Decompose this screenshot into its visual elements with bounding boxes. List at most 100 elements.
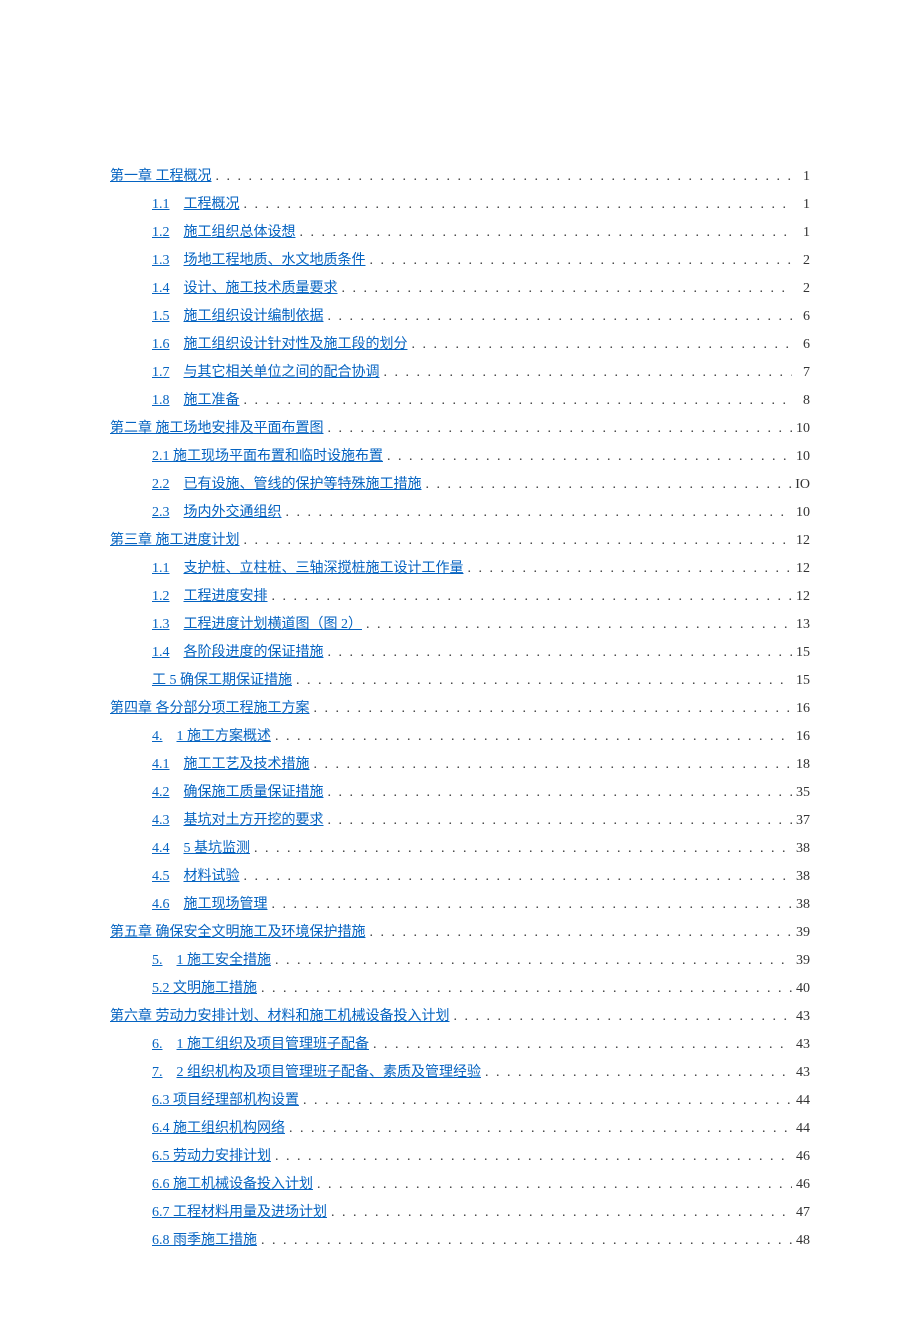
toc-link[interactable]: 施工组织总体设想 xyxy=(184,221,296,241)
toc-section-number[interactable]: 6. xyxy=(152,1037,163,1053)
toc-section-number[interactable]: 4.4 xyxy=(152,841,170,857)
toc-link[interactable]: 工 5 确保工期保证措施 xyxy=(152,669,292,689)
toc-link[interactable]: 第六章 劳动力安排计划、材料和施工机械设备投入计划 xyxy=(110,1005,450,1025)
toc-section-number[interactable]: 1.4 xyxy=(152,281,170,297)
toc-link[interactable]: 6.4 施工组织机构网络 xyxy=(152,1117,285,1137)
toc-link[interactable]: 第四章 各分部分项工程施工方案 xyxy=(110,697,310,717)
toc-link[interactable]: 设计、施工技术质量要求 xyxy=(184,277,338,297)
toc-entry: 5.2 文明施工措施40 xyxy=(110,977,810,997)
toc-link[interactable]: 各阶段进度的保证措施 xyxy=(184,641,324,661)
toc-link[interactable]: 6.8 雨季施工措施 xyxy=(152,1229,257,1249)
toc-entry: 1.6 施工组织设计针对性及施工段的划分 6 xyxy=(110,333,810,353)
toc-section-number[interactable]: 1.8 xyxy=(152,393,170,409)
toc-page-number: 13 xyxy=(792,617,810,633)
toc-link[interactable]: 1 施工安全措施 xyxy=(177,949,272,969)
toc-link[interactable]: 施工组织设计针对性及施工段的划分 xyxy=(184,333,408,353)
toc-section-number[interactable]: 1.1 xyxy=(152,197,170,213)
toc-page-number: 10 xyxy=(792,421,810,437)
toc-page-number: 6 xyxy=(792,337,810,353)
toc-link[interactable]: 第一章 工程概况 xyxy=(110,165,212,185)
toc-link[interactable]: 第二章 施工场地安排及平面布置图 xyxy=(110,417,324,437)
toc-section-number[interactable]: 2.2 xyxy=(152,477,170,493)
toc-entry: 4.2确保施工质量保证措施35 xyxy=(110,781,810,801)
toc-link[interactable]: 第三章 施工进度计划 xyxy=(110,529,240,549)
toc-section-number[interactable]: 2.3 xyxy=(152,505,170,521)
toc-entry: 第四章 各分部分项工程施工方案16 xyxy=(110,697,810,717)
toc-link[interactable]: 工程进度安排 xyxy=(184,585,268,605)
toc-link[interactable]: 基坑对土方开挖的要求 xyxy=(184,809,324,829)
toc-dot-leader xyxy=(282,505,793,521)
toc-link[interactable]: 1 施工方案概述 xyxy=(177,725,272,745)
toc-link[interactable]: 场内外交通组织 xyxy=(184,501,282,521)
toc-section-number[interactable]: 4.2 xyxy=(152,785,170,801)
toc-link[interactable]: 第五章 确保安全文明施工及环境保护措施 xyxy=(110,921,366,941)
toc-link[interactable]: 工程概况 xyxy=(184,193,240,213)
toc-section-number[interactable]: 1.3 xyxy=(152,253,170,269)
toc-dot-leader xyxy=(481,1065,792,1081)
toc-dot-leader xyxy=(271,953,792,969)
toc-entry: 第三章 施工进度计划 12 xyxy=(110,529,810,549)
toc-link[interactable]: 5 基坑监测 xyxy=(184,837,251,857)
toc-page-number: 2 xyxy=(792,253,810,269)
toc-entry: 4.1施工工艺及技术措施18 xyxy=(110,753,810,773)
toc-section-number[interactable]: 7. xyxy=(152,1065,163,1081)
toc-link[interactable]: 材料试验 xyxy=(184,865,240,885)
toc-link[interactable]: 施工工艺及技术措施 xyxy=(184,753,310,773)
toc-section-number[interactable]: 1.2 xyxy=(152,225,170,241)
toc-link[interactable]: 2 组织机构及项目管理班子配备、素质及管理经验 xyxy=(177,1061,482,1081)
toc-section-number[interactable]: 4.1 xyxy=(152,757,170,773)
toc-section-number[interactable]: 1.2 xyxy=(152,589,170,605)
toc-link[interactable]: 施工现场管理 xyxy=(184,893,268,913)
toc-page-number: 12 xyxy=(792,533,810,549)
toc-entry: 第六章 劳动力安排计划、材料和施工机械设备投入计划43 xyxy=(110,1005,810,1025)
toc-dot-leader xyxy=(257,981,792,997)
toc-link[interactable]: 支护桩、立柱桩、三轴深搅桩施工设计工作量 xyxy=(184,557,464,577)
toc-dot-leader xyxy=(296,225,793,241)
toc-dot-leader xyxy=(240,393,793,409)
toc-page-number: 1 xyxy=(792,225,810,241)
toc-dot-leader xyxy=(271,729,792,745)
toc-section-number[interactable]: 1.3 xyxy=(152,617,170,633)
toc-section-number[interactable]: 4.6 xyxy=(152,897,170,913)
toc-dot-leader xyxy=(324,421,793,437)
toc-section-number[interactable]: 4.3 xyxy=(152,813,170,829)
toc-entry: 1.7与其它相关单位之间的配合协调7 xyxy=(110,361,810,381)
toc-link[interactable]: 工程进度计划横道图（图 2） xyxy=(184,613,363,633)
toc-entry: 4.1 施工方案概述16 xyxy=(110,725,810,745)
toc-link[interactable]: 场地工程地质、水文地质条件 xyxy=(184,249,366,269)
toc-dot-leader xyxy=(383,449,792,465)
toc-section-number[interactable]: 1.1 xyxy=(152,561,170,577)
toc-section-number[interactable]: 4. xyxy=(152,729,163,745)
toc-dot-leader xyxy=(268,897,793,913)
toc-section-number[interactable]: 1.4 xyxy=(152,645,170,661)
toc-entry: 7.2 组织机构及项目管理班子配备、素质及管理经验43 xyxy=(110,1061,810,1081)
toc-dot-leader xyxy=(366,925,793,941)
toc-dot-leader xyxy=(310,757,793,773)
toc-section-number[interactable]: 5. xyxy=(152,953,163,969)
toc-link[interactable]: 确保施工质量保证措施 xyxy=(184,781,324,801)
toc-link[interactable]: 2.1 施工现场平面布置和临时设施布置 xyxy=(152,445,383,465)
toc-section-number[interactable]: 1.7 xyxy=(152,365,170,381)
toc-entry: 1.2工程进度安排12 xyxy=(110,585,810,605)
toc-link[interactable]: 与其它相关单位之间的配合协调 xyxy=(184,361,380,381)
toc-link[interactable]: 1 施工组织及项目管理班子配备 xyxy=(177,1033,370,1053)
toc-link[interactable]: 6.5 劳动力安排计划 xyxy=(152,1145,271,1165)
toc-page-number: 10 xyxy=(792,449,810,465)
toc-link[interactable]: 施工组织设计编制依据 xyxy=(184,305,324,325)
toc-link[interactable]: 已有设施、管线的保护等特殊施工措施 xyxy=(184,473,422,493)
toc-section-number[interactable]: 4.5 xyxy=(152,869,170,885)
toc-link[interactable]: 6.7 工程材料用量及进场计划 xyxy=(152,1201,327,1221)
toc-link[interactable]: 6.6 施工机械设备投入计划 xyxy=(152,1173,313,1193)
toc-page-number: 1 xyxy=(792,169,810,185)
toc-dot-leader xyxy=(212,169,793,185)
toc-entry: 4.45 基坑监测38 xyxy=(110,837,810,857)
toc-dot-leader xyxy=(292,673,792,689)
toc-link[interactable]: 6.3 项目经理部机构设置 xyxy=(152,1089,299,1109)
toc-section-number[interactable]: 1.5 xyxy=(152,309,170,325)
toc-dot-leader xyxy=(422,477,793,493)
toc-page-number: 2 xyxy=(792,281,810,297)
toc-section-number[interactable]: 1.6 xyxy=(152,337,170,353)
toc-link[interactable]: 5.2 文明施工措施 xyxy=(152,977,257,997)
toc-page-number: 38 xyxy=(792,869,810,885)
toc-link[interactable]: 施工准备 xyxy=(184,389,240,409)
